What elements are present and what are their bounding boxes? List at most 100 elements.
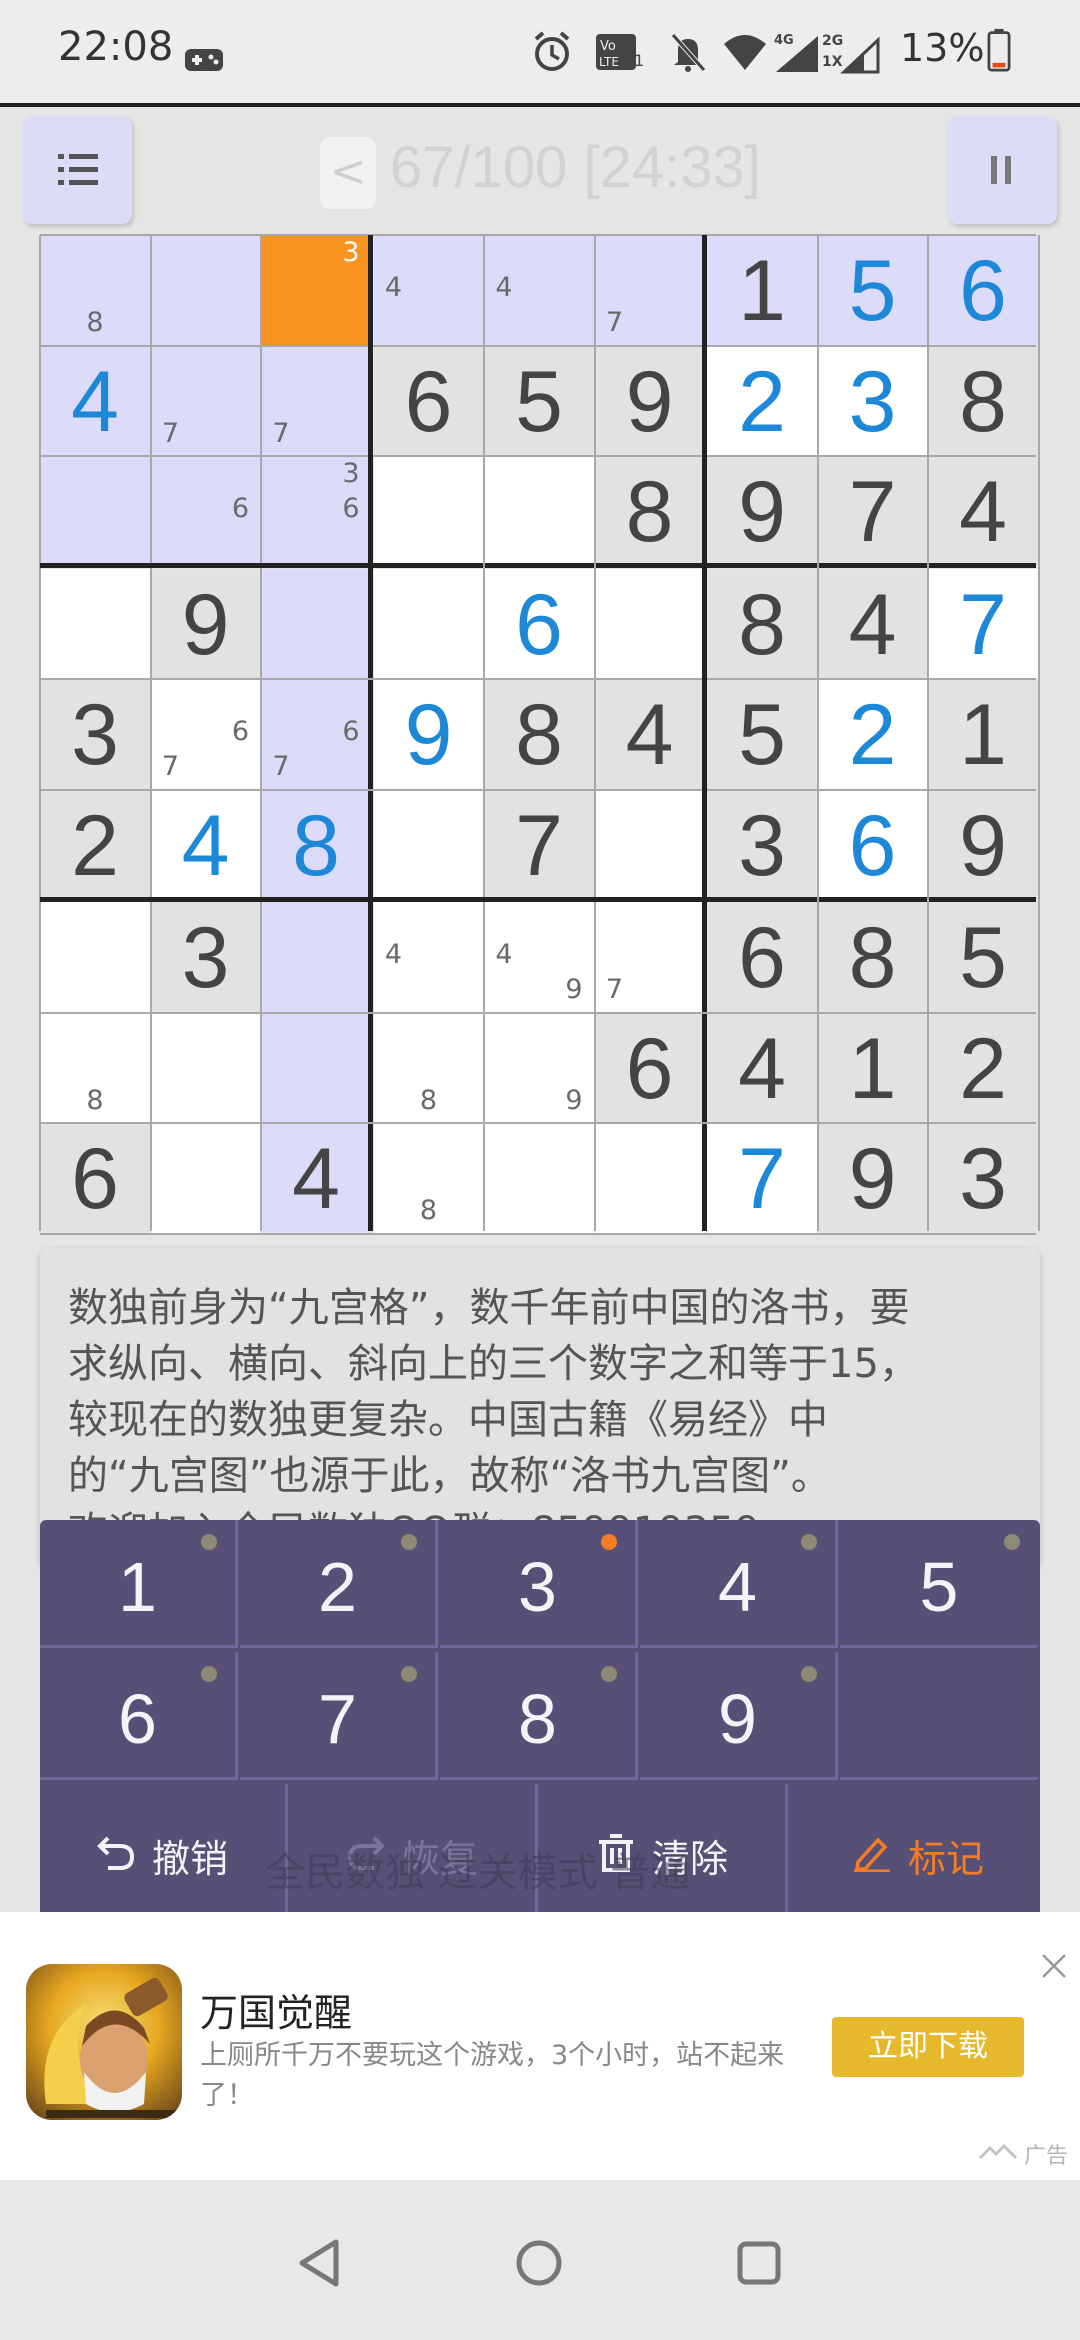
home-icon[interactable] (514, 2238, 564, 2288)
sudoku-cell[interactable]: 1 (928, 679, 1038, 789)
sudoku-cell[interactable] (373, 789, 484, 900)
sudoku-cell[interactable] (484, 1123, 594, 1233)
sudoku-cell[interactable] (261, 902, 371, 1012)
sudoku-cell[interactable] (261, 568, 371, 679)
sudoku-cell[interactable]: 8 (40, 1012, 150, 1123)
number-key-6[interactable]: 6 (40, 1652, 238, 1780)
ad-banner[interactable]: 万国觉醒 上厕所千万不要玩这个游戏，3个小时，站不起来了！ 立即下载 广告 (0, 1912, 1080, 2180)
number-key-1[interactable]: 1 (40, 1520, 238, 1648)
number-key-3[interactable]: 3 (440, 1520, 638, 1648)
sudoku-cell[interactable]: 2 (817, 679, 928, 789)
undo-button[interactable]: 撤销 (40, 1784, 288, 1912)
sudoku-cell[interactable]: 3 (707, 789, 817, 900)
sudoku-cell[interactable]: 49 (484, 902, 594, 1012)
sudoku-cell[interactable]: 6 (150, 456, 261, 566)
sudoku-cell[interactable]: 4 (150, 789, 261, 900)
sudoku-cell[interactable] (40, 456, 150, 566)
sudoku-cell[interactable]: 3 (928, 1123, 1038, 1233)
sudoku-cell[interactable]: 67 (150, 679, 261, 789)
sudoku-cell[interactable] (594, 568, 705, 679)
sudoku-cell[interactable]: 5 (928, 902, 1038, 1012)
sudoku-cell[interactable]: 4 (484, 235, 594, 345)
sudoku-cell[interactable]: 7 (261, 345, 371, 456)
sudoku-cell[interactable]: 8 (594, 456, 705, 566)
sudoku-cell[interactable]: 8 (928, 345, 1038, 456)
sudoku-cell[interactable]: 7 (484, 789, 594, 900)
sudoku-cell[interactable]: 6 (594, 1012, 705, 1123)
sudoku-cell[interactable] (594, 789, 705, 900)
sudoku-cell[interactable]: 7 (817, 456, 928, 566)
blank-key[interactable] (840, 1652, 1038, 1780)
number-key-8[interactable]: 8 (440, 1652, 638, 1780)
sudoku-cell[interactable]: 9 (150, 568, 261, 679)
note-mode-button[interactable]: 标记 (790, 1784, 1038, 1912)
sudoku-cell[interactable]: 4 (40, 345, 150, 456)
sudoku-cell[interactable]: 7 (594, 902, 705, 1012)
sudoku-cell[interactable]: 3 (817, 345, 928, 456)
sudoku-cell[interactable]: 5 (484, 345, 594, 456)
sudoku-cell[interactable]: 8 (373, 1123, 484, 1233)
sudoku-cell[interactable] (261, 1012, 371, 1123)
download-button[interactable]: 立即下载 (832, 2017, 1024, 2077)
sudoku-cell[interactable] (373, 568, 484, 679)
sudoku-cell[interactable]: 6 (40, 1123, 150, 1233)
sudoku-cell[interactable]: 9 (373, 679, 484, 789)
sudoku-cell[interactable]: 67 (261, 679, 371, 789)
menu-button[interactable] (22, 116, 132, 224)
sudoku-cell[interactable]: 6 (707, 902, 817, 1012)
number-key-5[interactable]: 5 (840, 1520, 1038, 1648)
sudoku-cell[interactable]: 7 (707, 1123, 817, 1233)
sudoku-cell[interactable]: 6 (928, 235, 1038, 345)
number-key-9[interactable]: 9 (640, 1652, 838, 1780)
sudoku-cell[interactable]: 9 (817, 1123, 928, 1233)
sudoku-cell[interactable]: 8 (484, 679, 594, 789)
sudoku-cell[interactable]: 36 (261, 456, 371, 566)
ad-title[interactable]: 万国觉醒 (200, 1982, 352, 2037)
previous-puzzle-button[interactable]: < (320, 137, 376, 209)
sudoku-cell[interactable] (40, 902, 150, 1012)
sudoku-cell[interactable] (150, 1012, 261, 1123)
sudoku-cell[interactable]: 4 (594, 679, 705, 789)
sudoku-cell[interactable] (484, 456, 594, 566)
sudoku-cell[interactable]: 1 (707, 235, 817, 345)
sudoku-cell[interactable]: 5 (817, 235, 928, 345)
sudoku-cell[interactable]: 2 (928, 1012, 1038, 1123)
sudoku-cell[interactable]: 7 (928, 568, 1038, 679)
back-icon[interactable] (296, 2238, 342, 2288)
game-icon[interactable] (26, 1964, 182, 2120)
ad-description[interactable]: 上厕所千万不要玩这个游戏，3个小时，站不起来了！ (200, 2036, 800, 2116)
sudoku-cell[interactable]: 2 (707, 345, 817, 456)
sudoku-cell[interactable]: 4 (373, 235, 484, 345)
sudoku-cell[interactable]: 7 (594, 235, 705, 345)
sudoku-cell[interactable]: 3 (150, 902, 261, 1012)
sudoku-cell[interactable]: 8 (707, 568, 817, 679)
number-key-7[interactable]: 7 (240, 1652, 438, 1780)
sudoku-cell[interactable] (150, 1123, 261, 1233)
sudoku-cell[interactable]: 8 (373, 1012, 484, 1123)
sudoku-cell[interactable]: 2 (40, 789, 150, 900)
sudoku-cell[interactable]: 3 (261, 235, 371, 345)
sudoku-cell[interactable]: 8 (40, 235, 150, 345)
sudoku-cell[interactable]: 9 (484, 1012, 594, 1123)
sudoku-cell[interactable]: 4 (817, 568, 928, 679)
sudoku-cell[interactable]: 3 (40, 679, 150, 789)
sudoku-cell[interactable]: 6 (373, 345, 484, 456)
sudoku-cell[interactable] (594, 1123, 705, 1233)
sudoku-cell[interactable]: 9 (594, 345, 705, 456)
sudoku-cell[interactable]: 1 (817, 1012, 928, 1123)
sudoku-cell[interactable] (150, 235, 261, 345)
sudoku-cell[interactable]: 9 (928, 789, 1038, 900)
sudoku-cell[interactable]: 8 (817, 902, 928, 1012)
sudoku-cell[interactable]: 4 (373, 902, 484, 1012)
sudoku-cell[interactable]: 4 (261, 1123, 371, 1233)
sudoku-cell[interactable]: 6 (817, 789, 928, 900)
number-key-4[interactable]: 4 (640, 1520, 838, 1648)
sudoku-cell[interactable]: 6 (484, 568, 594, 679)
sudoku-cell[interactable]: 8 (261, 789, 371, 900)
sudoku-cell[interactable]: 9 (707, 456, 817, 566)
close-icon[interactable] (1040, 1952, 1068, 1980)
sudoku-cell[interactable]: 4 (707, 1012, 817, 1123)
recents-icon[interactable] (736, 2240, 782, 2286)
number-key-2[interactable]: 2 (240, 1520, 438, 1648)
pause-button[interactable] (947, 116, 1057, 224)
